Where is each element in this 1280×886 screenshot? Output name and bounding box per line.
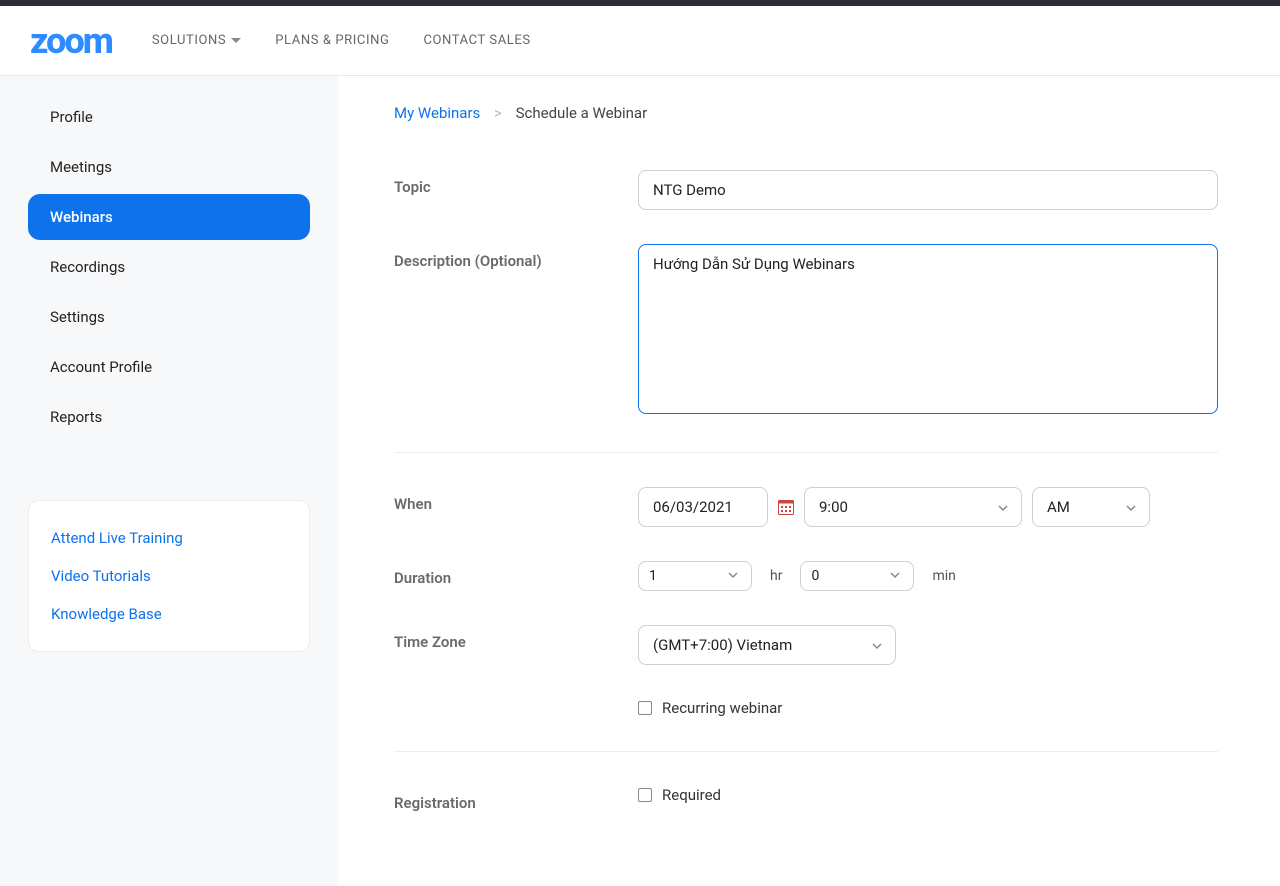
sidebar-item-account-profile[interactable]: Account Profile [28, 344, 310, 390]
topic-input[interactable] [638, 170, 1218, 210]
chevron-down-icon [997, 500, 1011, 514]
link-video-tutorials[interactable]: Video Tutorials [51, 557, 287, 595]
nav-solutions[interactable]: SOLUTIONS [152, 33, 241, 48]
breadcrumb-parent[interactable]: My Webinars [394, 104, 480, 122]
date-input[interactable] [638, 487, 768, 527]
label-topic: Topic [394, 170, 638, 196]
chevron-down-icon [889, 569, 903, 583]
sidebar-item-settings[interactable]: Settings [28, 294, 310, 340]
duration-hours-select[interactable]: 1 [638, 561, 752, 591]
sidebar-item-profile[interactable]: Profile [28, 94, 310, 140]
label-when: When [394, 487, 638, 513]
sidebar-item-recordings[interactable]: Recordings [28, 244, 310, 290]
chevron-down-icon [871, 638, 885, 652]
duration-hours-value: 1 [649, 568, 657, 584]
breadcrumb-current: Schedule a Webinar [516, 104, 648, 122]
nav-contact-sales[interactable]: CONTACT SALES [423, 33, 530, 48]
recurring-checkbox[interactable] [638, 701, 652, 715]
empty-label [394, 699, 638, 707]
sidebar-item-reports[interactable]: Reports [28, 394, 310, 440]
sidebar: Profile Meetings Webinars Recordings Set… [0, 76, 338, 886]
divider [394, 452, 1218, 453]
required-label: Required [662, 786, 721, 804]
main-content: My Webinars > Schedule a Webinar Topic D… [338, 76, 1258, 886]
breadcrumb-sep: > [494, 104, 502, 122]
timezone-select[interactable]: (GMT+7:00) Vietnam [638, 625, 896, 665]
ampm-select[interactable]: AM [1032, 487, 1150, 527]
duration-minutes-select[interactable]: 0 [800, 561, 914, 591]
label-timezone: Time Zone [394, 625, 638, 651]
chevron-down-icon [727, 569, 741, 583]
recurring-label: Recurring webinar [662, 699, 782, 717]
hr-unit: hr [770, 568, 782, 584]
label-description: Description (Optional) [394, 244, 638, 270]
calendar-icon[interactable] [778, 499, 794, 515]
timezone-value: (GMT+7:00) Vietnam [653, 636, 792, 654]
ampm-value: AM [1047, 498, 1070, 516]
nav-plans-pricing[interactable]: PLANS & PRICING [275, 33, 389, 48]
time-value: 9:00 [819, 498, 848, 516]
label-registration: Registration [394, 786, 638, 812]
duration-minutes-value: 0 [811, 568, 819, 584]
min-unit: min [932, 568, 955, 584]
sidebar-item-meetings[interactable]: Meetings [28, 144, 310, 190]
link-attend-live-training[interactable]: Attend Live Training [51, 519, 287, 557]
breadcrumb: My Webinars > Schedule a Webinar [394, 104, 1218, 122]
registration-required-checkbox[interactable] [638, 788, 652, 802]
sidebar-item-webinars[interactable]: Webinars [28, 194, 310, 240]
help-box: Attend Live Training Video Tutorials Kno… [28, 500, 310, 652]
link-knowledge-base[interactable]: Knowledge Base [51, 595, 287, 633]
divider [394, 751, 1218, 752]
zoom-logo[interactable]: zoom [30, 20, 112, 62]
nav-solutions-label: SOLUTIONS [152, 33, 226, 48]
header: zoom SOLUTIONS PLANS & PRICING CONTACT S… [0, 6, 1280, 76]
caret-down-icon [231, 38, 241, 44]
label-duration: Duration [394, 561, 638, 587]
chevron-down-icon [1125, 500, 1139, 514]
time-select[interactable]: 9:00 [804, 487, 1022, 527]
description-input[interactable]: Hướng Dẫn Sử Dụng Webinars [638, 244, 1218, 414]
